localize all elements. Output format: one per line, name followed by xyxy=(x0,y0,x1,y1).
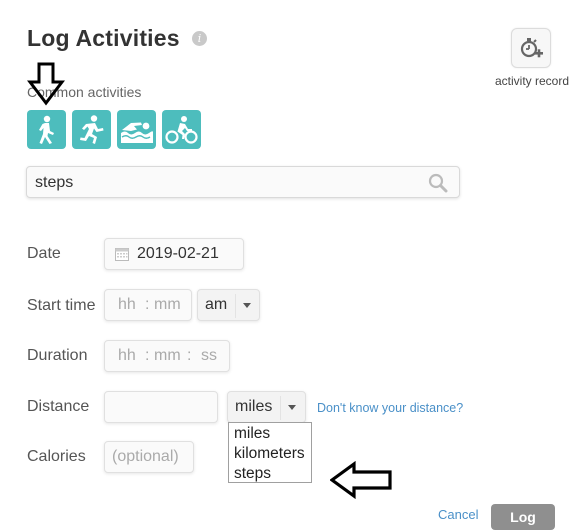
cancel-button[interactable]: Cancel xyxy=(438,507,478,522)
log-button[interactable]: Log xyxy=(491,504,555,530)
date-value: 2019-02-21 xyxy=(137,245,219,262)
duration-label: Duration xyxy=(27,347,88,364)
start-time-label: Start time xyxy=(27,297,96,314)
calories-label: Calories xyxy=(27,448,86,465)
running-icon xyxy=(80,115,104,144)
distance-input[interactable] xyxy=(104,391,218,423)
chevron-down-icon xyxy=(288,405,296,410)
duration-field[interactable]: hh : mm : ss xyxy=(104,340,230,372)
calendar-icon xyxy=(115,248,129,261)
distance-unit-select[interactable]: miles xyxy=(227,391,306,423)
unit-option-miles[interactable]: miles xyxy=(234,425,270,443)
activity-walk-button[interactable] xyxy=(27,110,66,149)
calories-placeholder: (optional) xyxy=(112,448,179,465)
activity-bike-button[interactable] xyxy=(162,110,201,149)
activity-run-button[interactable] xyxy=(72,110,111,149)
distance-unit-value: miles xyxy=(235,398,273,415)
swimming-icon xyxy=(121,122,153,143)
activity-record-button[interactable] xyxy=(511,28,551,68)
search-input[interactable] xyxy=(33,173,427,193)
search-icon[interactable] xyxy=(427,173,449,193)
walking-icon xyxy=(39,115,54,144)
duration-separator: : xyxy=(145,347,150,364)
date-field[interactable]: 2019-02-21 xyxy=(104,238,244,270)
cycling-icon xyxy=(165,116,198,144)
distance-label: Distance xyxy=(27,398,90,415)
start-time-hh-input[interactable]: hh xyxy=(118,296,136,314)
calories-input[interactable]: (optional) xyxy=(104,441,194,473)
arrow-down-annotation xyxy=(27,62,65,106)
start-time-mm-input[interactable]: mm xyxy=(154,296,181,314)
ampm-select[interactable]: am xyxy=(197,289,260,321)
select-divider xyxy=(280,396,281,420)
distance-unit-dropdown: miles kilometers steps xyxy=(228,422,312,483)
unit-option-kilometers[interactable]: kilometers xyxy=(234,445,305,463)
activity-search-field[interactable] xyxy=(26,166,460,198)
page-title: Log Activities xyxy=(27,25,180,51)
date-label: Date xyxy=(27,245,61,262)
start-time-field[interactable]: hh : mm xyxy=(104,289,192,321)
chevron-down-icon xyxy=(243,303,251,308)
unit-option-steps[interactable]: steps xyxy=(234,465,271,483)
duration-separator: : xyxy=(187,347,192,364)
info-icon[interactable]: i xyxy=(192,31,207,46)
ampm-value: am xyxy=(205,296,228,313)
duration-mm-input[interactable]: mm xyxy=(154,347,181,365)
duration-ss-input[interactable]: ss xyxy=(201,347,217,365)
activity-swim-button[interactable] xyxy=(117,110,156,149)
duration-hh-input[interactable]: hh xyxy=(118,347,136,365)
activity-record-label: activity record xyxy=(494,74,570,88)
arrow-left-annotation xyxy=(330,461,392,499)
select-divider xyxy=(235,294,236,318)
stopwatch-plus-icon xyxy=(520,38,543,58)
dont-know-distance-link[interactable]: Don't know your distance? xyxy=(317,401,463,415)
start-time-separator: : xyxy=(145,296,150,313)
